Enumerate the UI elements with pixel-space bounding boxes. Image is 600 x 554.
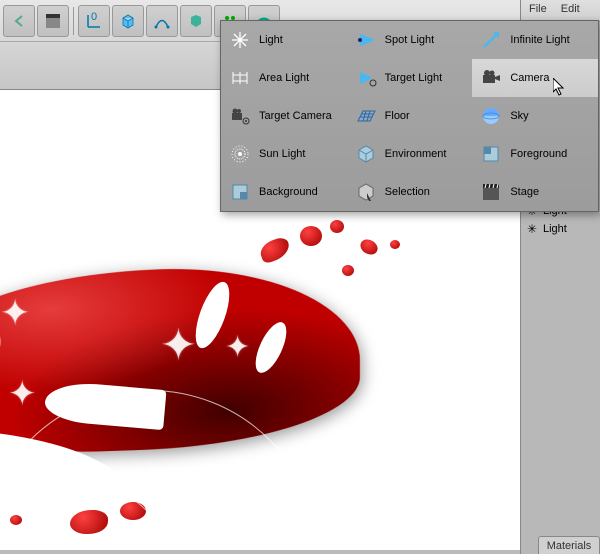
camera-icon (480, 67, 502, 89)
tool-coord[interactable]: 0 (78, 5, 110, 37)
foreground-icon (480, 143, 502, 165)
right-panel-menu: File Edit (521, 0, 600, 22)
menu-background[interactable]: Background (221, 173, 347, 211)
menu-label: Spot Light (385, 34, 435, 46)
sky-icon (480, 105, 502, 127)
selection-icon (355, 181, 377, 203)
menu-label: Environment (385, 148, 447, 160)
menu-label: Selection (385, 186, 430, 198)
sun-icon (229, 143, 251, 165)
background-icon (229, 181, 251, 203)
object-label: Light (543, 223, 567, 235)
menu-label: Target Light (385, 72, 442, 84)
stage-icon (480, 181, 502, 203)
menu-infinite-light[interactable]: Infinite Light (472, 21, 598, 59)
menu-target-camera[interactable]: Target Camera (221, 97, 347, 135)
materials-tab[interactable]: Materials (538, 536, 600, 554)
tool-cube[interactable] (112, 5, 144, 37)
menu-label: Camera (510, 72, 549, 84)
menu-label: Background (259, 186, 318, 198)
toolbar-separator-1 (73, 7, 74, 35)
menu-label: Stage (510, 186, 539, 198)
menu-label: Infinite Light (510, 34, 569, 46)
area-light-icon (229, 67, 251, 89)
floor-icon (355, 105, 377, 127)
object-item[interactable]: ✳ Light (525, 220, 596, 238)
menu-label: Area Light (259, 72, 309, 84)
scene-objects-menu: Light Spot Light Infinite Light Area Lig… (220, 20, 599, 212)
menu-selection[interactable]: Selection (347, 173, 473, 211)
tool-nurbs[interactable] (180, 5, 212, 37)
tool-undo[interactable] (3, 5, 35, 37)
menu-label: Target Camera (259, 110, 332, 122)
spotlight-icon (355, 29, 377, 51)
menu-sky[interactable]: Sky (472, 97, 598, 135)
menu-area-light[interactable]: Area Light (221, 59, 347, 97)
menu-environment[interactable]: Environment (347, 135, 473, 173)
menu-label: Sun Light (259, 148, 305, 160)
model-object: ✦ ✦ ✦ ✦ ✱ (0, 190, 420, 490)
menu-foreground[interactable]: Foreground (472, 135, 598, 173)
target-camera-icon (229, 105, 251, 127)
menu-stage[interactable]: Stage (472, 173, 598, 211)
target-light-icon (355, 67, 377, 89)
light-icon: ✳ (525, 222, 539, 236)
menu-label: Foreground (510, 148, 567, 160)
right-menu-file[interactable]: File (529, 3, 547, 18)
menu-floor[interactable]: Floor (347, 97, 473, 135)
menu-label: Sky (510, 110, 528, 122)
tool-arc[interactable] (146, 5, 178, 37)
menu-target-light[interactable]: Target Light (347, 59, 473, 97)
svg-text:0: 0 (91, 12, 97, 23)
menu-spot-light[interactable]: Spot Light (347, 21, 473, 59)
right-menu-edit[interactable]: Edit (561, 3, 580, 18)
light-icon (229, 29, 251, 51)
menu-camera[interactable]: Camera (472, 59, 598, 97)
environment-icon (355, 143, 377, 165)
menu-sun-light[interactable]: Sun Light (221, 135, 347, 173)
menu-label: Light (259, 34, 283, 46)
menu-label: Floor (385, 110, 410, 122)
tool-clapper[interactable] (37, 5, 69, 37)
menu-light[interactable]: Light (221, 21, 347, 59)
infinite-light-icon (480, 29, 502, 51)
